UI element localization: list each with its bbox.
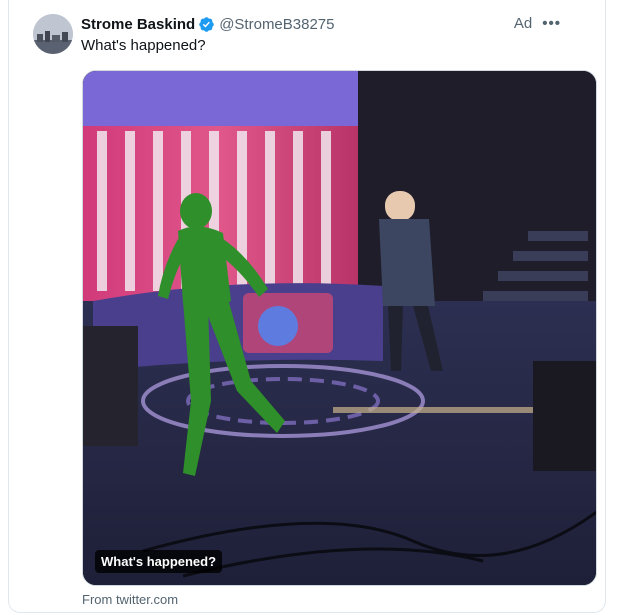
tweet-media[interactable]: What's happened? (82, 70, 597, 586)
avatar[interactable] (33, 14, 73, 54)
user-handle[interactable]: @StromeB38275 (219, 16, 334, 33)
avatar-image (33, 14, 73, 54)
tweet-text: What's happened? (81, 37, 206, 54)
tweet-card[interactable]: Strome Baskind @StromeB38275 Ad ••• What… (8, 0, 606, 613)
tweet-header: Strome Baskind @StromeB38275 (81, 14, 335, 34)
ad-label: Ad (513, 15, 533, 32)
media-caption: What's happened? (95, 550, 223, 573)
more-options-icon[interactable]: ••• (542, 15, 561, 32)
ad-area: Ad ••• (514, 15, 561, 32)
verified-badge-icon (199, 16, 214, 32)
media-source[interactable]: From twitter.com (82, 592, 178, 607)
display-name[interactable]: Strome Baskind (81, 16, 195, 33)
media-scene (83, 71, 596, 585)
